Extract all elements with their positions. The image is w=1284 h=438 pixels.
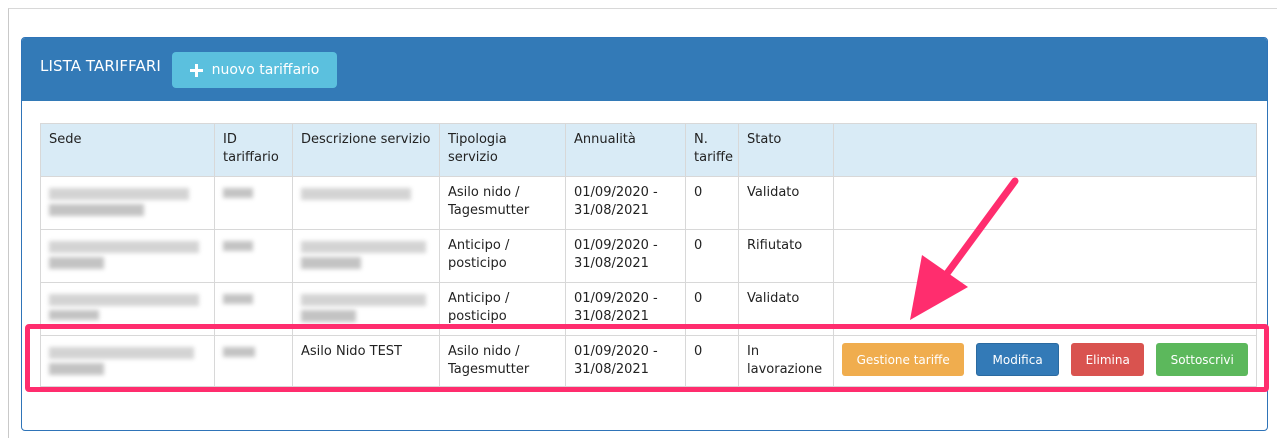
header-id: ID tariffario bbox=[214, 123, 293, 177]
cell-stato: In lavorazione bbox=[738, 335, 834, 387]
cell-n-tariffe: 0 bbox=[685, 282, 739, 336]
cell-n-tariffe: 0 bbox=[685, 176, 739, 230]
table-header-row: Sede ID tariffario Descrizione servizio … bbox=[40, 123, 1257, 177]
cell-id bbox=[214, 176, 293, 230]
tariffs-table: Sede ID tariffario Descrizione servizio … bbox=[40, 123, 1257, 387]
row-actions: Gestione tariffe Modifica Elimina Sottos… bbox=[842, 343, 1248, 376]
cell-sede bbox=[40, 176, 215, 230]
cell-annualita: 01/09/2020 - 31/08/2021 bbox=[565, 282, 686, 336]
cell-descrizione bbox=[292, 282, 440, 336]
table-row: Asilo nido / Tagesmutter 01/09/2020 - 31… bbox=[40, 176, 1257, 230]
header-annualita: Annualità bbox=[565, 123, 686, 177]
panel-heading: LISTA TARIFFARI nuovo tariffario bbox=[22, 38, 1267, 101]
cell-sede bbox=[40, 229, 215, 283]
cell-n-tariffe: 0 bbox=[685, 229, 739, 283]
cell-actions: Gestione tariffe Modifica Elimina Sottos… bbox=[833, 335, 1257, 387]
cell-sede bbox=[40, 335, 215, 387]
header-tipologia: Tipologia servizio bbox=[439, 123, 566, 177]
header-sede: Sede bbox=[40, 123, 215, 177]
sign-button[interactable]: Sottoscrivi bbox=[1156, 343, 1248, 376]
cell-tipologia: Anticipo / posticipo bbox=[439, 282, 566, 336]
cell-descrizione: Asilo Nido TEST bbox=[292, 335, 440, 387]
cell-annualita: 01/09/2020 - 31/08/2021 bbox=[565, 229, 686, 283]
table-row-highlighted: Asilo Nido TEST Asilo nido / Tagesmutter… bbox=[40, 335, 1257, 387]
plus-icon bbox=[189, 63, 203, 77]
cell-actions bbox=[833, 282, 1257, 336]
table-row: Anticipo / posticipo 01/09/2020 - 31/08/… bbox=[40, 282, 1257, 336]
panel-title: LISTA TARIFFARI bbox=[40, 57, 161, 75]
cell-stato: Rifiutato bbox=[738, 229, 834, 283]
cell-stato: Validato bbox=[738, 282, 834, 336]
table-row: Anticipo / posticipo 01/09/2020 - 31/08/… bbox=[40, 229, 1257, 283]
cell-tipologia: Asilo nido / Tagesmutter bbox=[439, 335, 566, 387]
manage-tariffs-button[interactable]: Gestione tariffe bbox=[842, 343, 965, 376]
new-tariff-button[interactable]: nuovo tariffario bbox=[172, 52, 337, 88]
cell-annualita: 01/09/2020 - 31/08/2021 bbox=[565, 176, 686, 230]
new-tariff-button-label: nuovo tariffario bbox=[211, 62, 320, 78]
tariffs-panel: LISTA TARIFFARI nuovo tariffario Sede ID… bbox=[21, 37, 1268, 431]
cell-tipologia: Anticipo / posticipo bbox=[439, 229, 566, 283]
header-descrizione: Descrizione servizio bbox=[292, 123, 440, 177]
cell-id bbox=[214, 282, 293, 336]
header-stato: Stato bbox=[738, 123, 834, 177]
cell-id bbox=[214, 335, 293, 387]
cell-n-tariffe: 0 bbox=[685, 335, 739, 387]
cell-id bbox=[214, 229, 293, 283]
cell-stato: Validato bbox=[738, 176, 834, 230]
cell-actions bbox=[833, 229, 1257, 283]
cell-descrizione bbox=[292, 229, 440, 283]
cell-tipologia: Asilo nido / Tagesmutter bbox=[439, 176, 566, 230]
cell-descrizione bbox=[292, 176, 440, 230]
edit-button[interactable]: Modifica bbox=[976, 343, 1059, 376]
header-actions bbox=[833, 123, 1257, 177]
header-n-tariffe: N. tariffe bbox=[685, 123, 739, 177]
cell-sede bbox=[40, 282, 215, 336]
cell-actions bbox=[833, 176, 1257, 230]
cell-annualita: 01/09/2020 - 31/08/2021 bbox=[565, 335, 686, 387]
delete-button[interactable]: Elimina bbox=[1070, 343, 1145, 376]
